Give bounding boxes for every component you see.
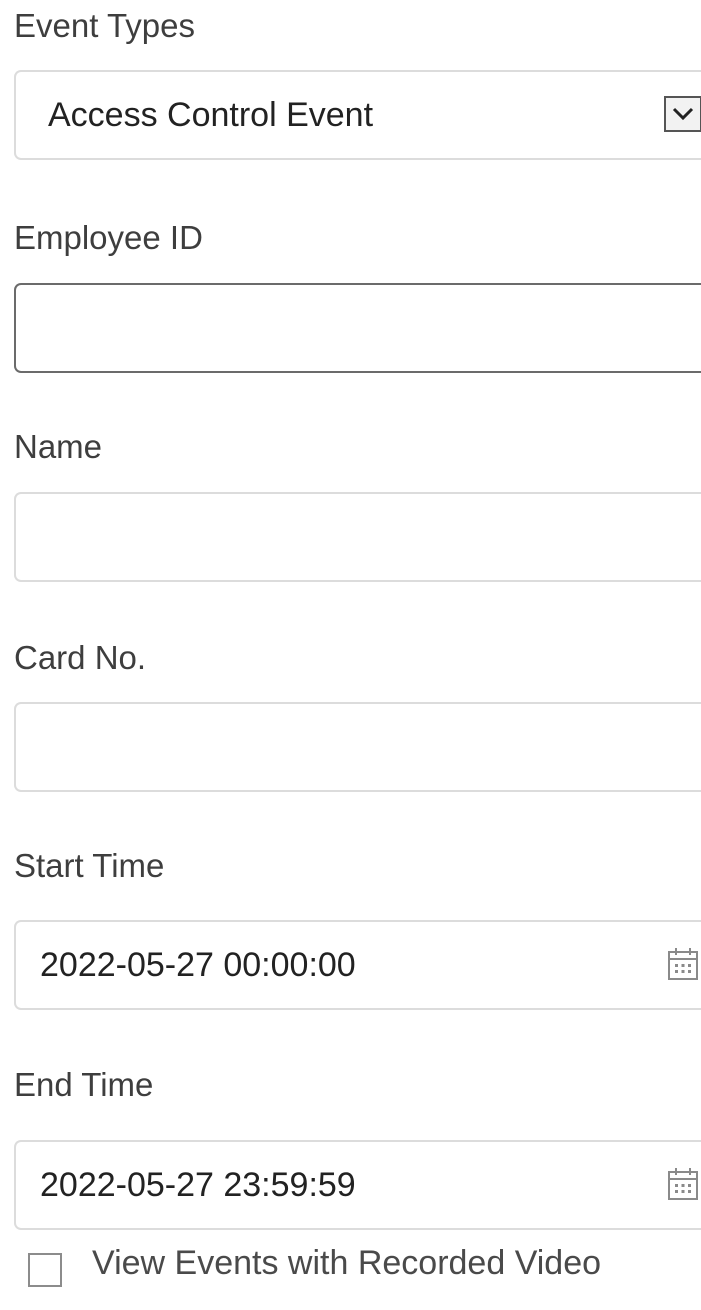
employee-id-input[interactable] [14,283,701,373]
card-no-label: Card No. [14,639,147,676]
end-time-input[interactable]: 2022-05-27 23:59:59 [14,1140,701,1230]
card-no-input[interactable] [14,702,701,792]
recorded-video-checkbox[interactable] [28,1253,62,1287]
start-time-value: 2022-05-27 00:00:00 [40,946,356,984]
calendar-icon[interactable] [666,1166,700,1202]
end-time-value: 2022-05-27 23:59:59 [40,1166,356,1204]
start-time-input[interactable]: 2022-05-27 00:00:00 [14,920,701,1010]
chevron-down-icon [672,107,694,121]
end-time-label: End Time [14,1066,154,1103]
employee-id-label: Employee ID [14,219,203,256]
name-label: Name [14,428,103,465]
event-types-label: Event Types [14,7,196,44]
start-time-label: Start Time [14,847,165,884]
dropdown-button[interactable] [664,96,701,132]
calendar-icon[interactable] [666,946,700,982]
name-input[interactable] [14,492,701,582]
event-types-select[interactable]: Access Control Event [14,70,701,160]
recorded-video-option[interactable]: View Events with Recorded Video [28,1238,601,1288]
recorded-video-label: View Events with Recorded Video [92,1243,602,1282]
event-types-selected-value: Access Control Event [48,96,374,134]
